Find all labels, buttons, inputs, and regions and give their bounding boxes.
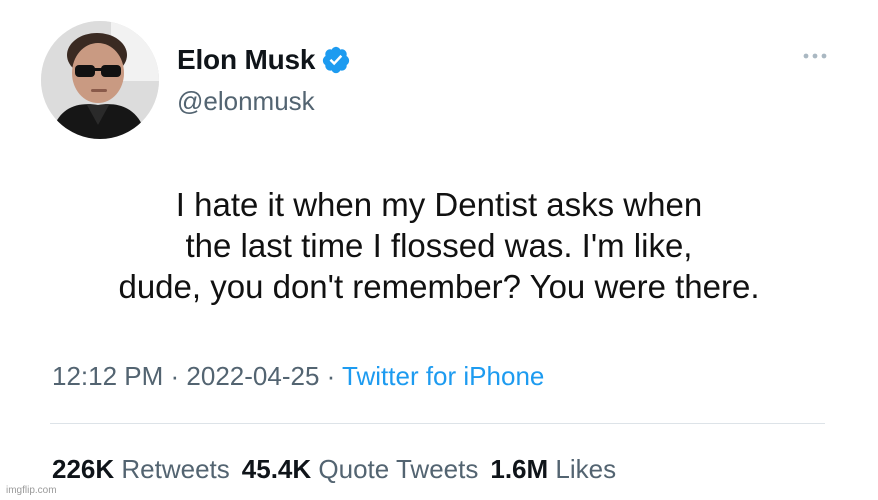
avatar[interactable] xyxy=(41,21,159,139)
tweet-meta: 12:12 PM · 2022-04-25 · Twitter for iPho… xyxy=(52,361,544,392)
author-display-name[interactable]: Elon Musk xyxy=(177,44,315,76)
retweets-stat[interactable]: 226K Retweets xyxy=(52,454,230,484)
tweet-time[interactable]: 12:12 PM xyxy=(52,361,163,391)
author-handle[interactable]: @elonmusk xyxy=(177,86,315,117)
watermark: imgflip.com xyxy=(6,485,57,496)
tweet-text-line: dude, you don't remember? You were there… xyxy=(118,268,760,305)
quote-tweets-stat[interactable]: 45.4K Quote Tweets xyxy=(242,454,479,484)
tweet-date[interactable]: 2022-04-25 xyxy=(186,361,319,391)
engagement-stats: 226K Retweets 45.4K Quote Tweets 1.6M Like… xyxy=(52,454,616,485)
quote-tweets-label: Quote Tweets xyxy=(318,454,479,484)
retweets-label: Retweets xyxy=(121,454,230,484)
tweet-card: Elon Musk @elonmusk I hate it when my De… xyxy=(0,0,878,500)
quote-tweets-count: 45.4K xyxy=(241,454,312,484)
divider xyxy=(50,423,825,424)
meta-separator: · xyxy=(163,361,187,391)
author-name-row: Elon Musk xyxy=(177,42,351,78)
retweets-count: 226K xyxy=(52,454,115,484)
meta-separator: · xyxy=(319,361,343,391)
likes-label: Likes xyxy=(555,454,617,484)
tweet-text: I hate it when my Dentist asks when the … xyxy=(0,184,878,307)
tweet-text-line: I hate it when my Dentist asks when xyxy=(175,186,703,223)
more-options-icon[interactable] xyxy=(800,49,830,63)
profile-photo-image xyxy=(41,21,159,139)
tweet-source-link[interactable]: Twitter for iPhone xyxy=(342,361,544,391)
likes-count: 1.6M xyxy=(490,454,549,484)
likes-stat[interactable]: 1.6M Likes xyxy=(490,454,616,484)
tweet-text-line: the last time I flossed was. I'm like, xyxy=(185,227,693,264)
verified-badge-icon xyxy=(321,45,351,75)
